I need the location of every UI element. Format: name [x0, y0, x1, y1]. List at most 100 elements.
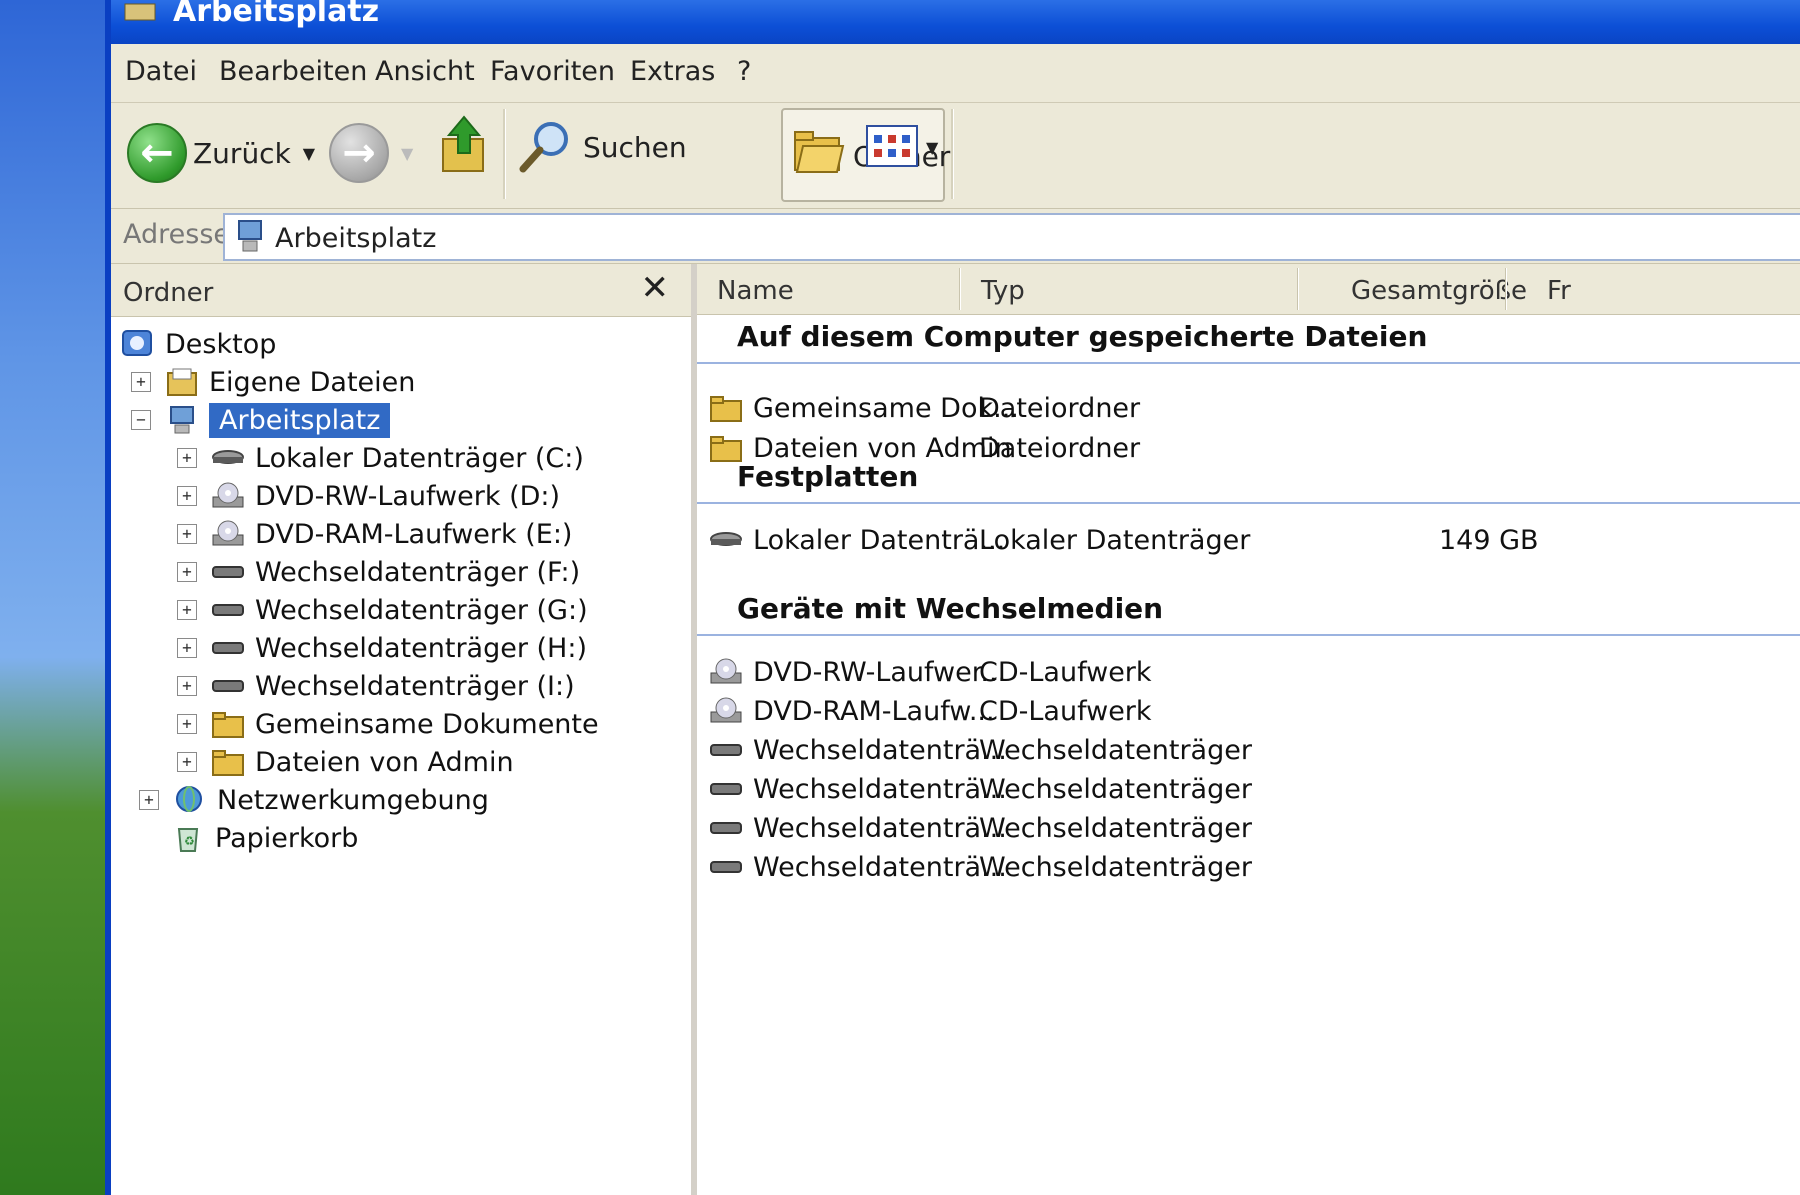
list-item[interactable]: Wechseldatenträ... Wechseldatenträger: [709, 730, 1252, 770]
removable-drive-icon: [710, 822, 742, 834]
column-name[interactable]: Name: [717, 276, 794, 306]
expand-icon[interactable]: +: [177, 600, 197, 620]
list-item[interactable]: Wechseldatenträ... Wechseldatenträger: [709, 847, 1252, 887]
toolbar: ← Zurück ▼ → ▼ Suchen ▼: [111, 103, 1800, 209]
up-folder-icon: [442, 115, 484, 172]
removable-drive-icon: [710, 783, 742, 795]
folder-icon: [212, 750, 244, 776]
views-icon: [866, 125, 918, 167]
list-item[interactable]: DVD-RAM-Laufw... CD-Laufwerk: [709, 691, 1152, 731]
tree-item-netzwerkumgebung[interactable]: + Netzwerkumgebung: [139, 780, 489, 820]
column-total-size[interactable]: Gesamtgröße: [1351, 276, 1527, 306]
removable-drive-icon: [212, 566, 244, 578]
group-divider: [697, 362, 1800, 364]
menu-help[interactable]: ?: [737, 56, 751, 87]
tree-item-drive-f[interactable]: + Wechseldatenträger (F:): [177, 552, 580, 592]
dvd-drive-icon: [710, 658, 742, 684]
expand-icon[interactable]: +: [177, 638, 197, 658]
list-item[interactable]: Lokaler Datenträ... Lokaler Datenträger …: [709, 520, 1539, 560]
removable-drive-icon: [710, 861, 742, 873]
expand-icon[interactable]: +: [177, 562, 197, 582]
search-button[interactable]: Suchen: [517, 119, 687, 175]
removable-drive-icon: [710, 744, 742, 756]
hard-drive-icon: [710, 532, 742, 546]
my-computer-icon: [124, 3, 156, 21]
title-bar[interactable]: Arbeitsplatz: [111, 0, 1800, 44]
expand-icon[interactable]: +: [177, 752, 197, 772]
list-item[interactable]: Wechseldatenträ... Wechseldatenträger: [709, 808, 1252, 848]
list-item[interactable]: Wechseldatenträ... Wechseldatenträger: [709, 769, 1252, 809]
back-label: Zurück: [193, 136, 291, 170]
search-icon: [519, 122, 568, 173]
column-free[interactable]: Fr: [1547, 276, 1571, 306]
recycle-bin-icon: ♻: [177, 828, 199, 852]
expand-icon[interactable]: +: [177, 486, 197, 506]
expand-icon[interactable]: +: [177, 714, 197, 734]
tree-item-desktop[interactable]: Desktop: [121, 324, 276, 364]
address-label: Adresse: [123, 219, 230, 250]
folders-pane-header: Ordner ✕: [111, 264, 691, 317]
explorer-window: Arbeitsplatz Datei Bearbeiten Ansicht Fa…: [105, 0, 1800, 1195]
group-divider: [697, 502, 1800, 504]
chevron-down-icon[interactable]: ▼: [926, 138, 938, 157]
group-divider: [697, 634, 1800, 636]
list-item[interactable]: DVD-RW-Laufwer... CD-Laufwerk: [709, 652, 1152, 692]
column-header: Name Typ Gesamtgröße Fr: [697, 264, 1800, 315]
menu-favoriten[interactable]: Favoriten: [490, 56, 615, 87]
views-button[interactable]: ▼: [866, 125, 938, 169]
list-item[interactable]: Gemeinsame Dok... Dateiordner: [709, 388, 1140, 428]
expand-icon[interactable]: +: [177, 448, 197, 468]
close-icon[interactable]: ✕: [641, 268, 670, 308]
network-icon: [176, 786, 202, 812]
forward-button[interactable]: → ▼: [329, 123, 413, 183]
desktop-icon: [122, 330, 152, 356]
tree-item-drive-c[interactable]: + Lokaler Datenträger (C:): [177, 438, 584, 478]
removable-drive-icon: [212, 642, 244, 654]
back-button[interactable]: ← Zurück ▼: [127, 123, 315, 183]
search-label: Suchen: [583, 130, 687, 164]
address-value: Arbeitsplatz: [275, 223, 437, 254]
menu-ansicht[interactable]: Ansicht: [375, 56, 475, 87]
up-folder-button[interactable]: [439, 113, 489, 175]
folders-pane-title: Ordner: [123, 278, 214, 308]
tree-item-drive-i[interactable]: + Wechseldatenträger (I:): [177, 666, 575, 706]
my-computer-icon: [170, 406, 194, 434]
folders-pane: Ordner ✕ Desktop + Eigene Dateien − Arbe…: [111, 264, 697, 1195]
chevron-down-icon[interactable]: ▼: [303, 144, 315, 163]
expand-icon[interactable]: +: [177, 676, 197, 696]
column-type[interactable]: Typ: [981, 276, 1025, 306]
tree-item-eigene-dateien[interactable]: + Eigene Dateien: [131, 362, 415, 402]
removable-drive-icon: [212, 604, 244, 616]
folder-icon: [212, 712, 244, 738]
dvd-drive-icon: [212, 482, 244, 508]
group-removable-title: Geräte mit Wechselmedien: [737, 592, 1164, 625]
expand-icon[interactable]: +: [131, 372, 151, 392]
menu-bearbeiten[interactable]: Bearbeiten: [219, 56, 367, 87]
tree-item-drive-e[interactable]: + DVD-RAM-Laufwerk (E:): [177, 514, 572, 554]
my-computer-icon: [238, 220, 262, 252]
removable-drive-icon: [212, 680, 244, 692]
tree-item-papierkorb[interactable]: ♻ Papierkorb: [139, 818, 358, 858]
hard-drive-icon: [212, 450, 244, 464]
tree-item-drive-h[interactable]: + Wechseldatenträger (H:): [177, 628, 587, 668]
folder-icon: [710, 436, 742, 462]
tree-item-arbeitsplatz[interactable]: − Arbeitsplatz: [131, 400, 391, 440]
tree-item-gemeinsame-dokumente[interactable]: + Gemeinsame Dokumente: [177, 704, 599, 744]
group-stored-files-title: Auf diesem Computer gespeicherte Dateien: [737, 320, 1428, 353]
menu-datei[interactable]: Datei: [125, 56, 197, 87]
tree-item-dateien-von-admin[interactable]: + Dateien von Admin: [177, 742, 514, 782]
menu-extras[interactable]: Extras: [630, 56, 715, 87]
expand-icon[interactable]: +: [177, 524, 197, 544]
tree-item-drive-g[interactable]: + Wechseldatenträger (G:): [177, 590, 588, 630]
collapse-icon[interactable]: −: [131, 410, 151, 430]
address-input[interactable]: Arbeitsplatz: [223, 213, 1800, 261]
tree-item-drive-d[interactable]: + DVD-RW-Laufwerk (D:): [177, 476, 560, 516]
expand-icon[interactable]: +: [139, 790, 159, 810]
dvd-drive-icon: [212, 520, 244, 546]
my-documents-icon: [167, 368, 197, 396]
dvd-drive-icon: [710, 697, 742, 723]
forward-arrow-icon: →: [329, 123, 389, 183]
menu-bar: Datei Bearbeiten Ansicht Favoriten Extra…: [111, 44, 1800, 103]
svg-text:♻: ♻: [184, 834, 195, 848]
back-arrow-icon: ←: [127, 123, 187, 183]
